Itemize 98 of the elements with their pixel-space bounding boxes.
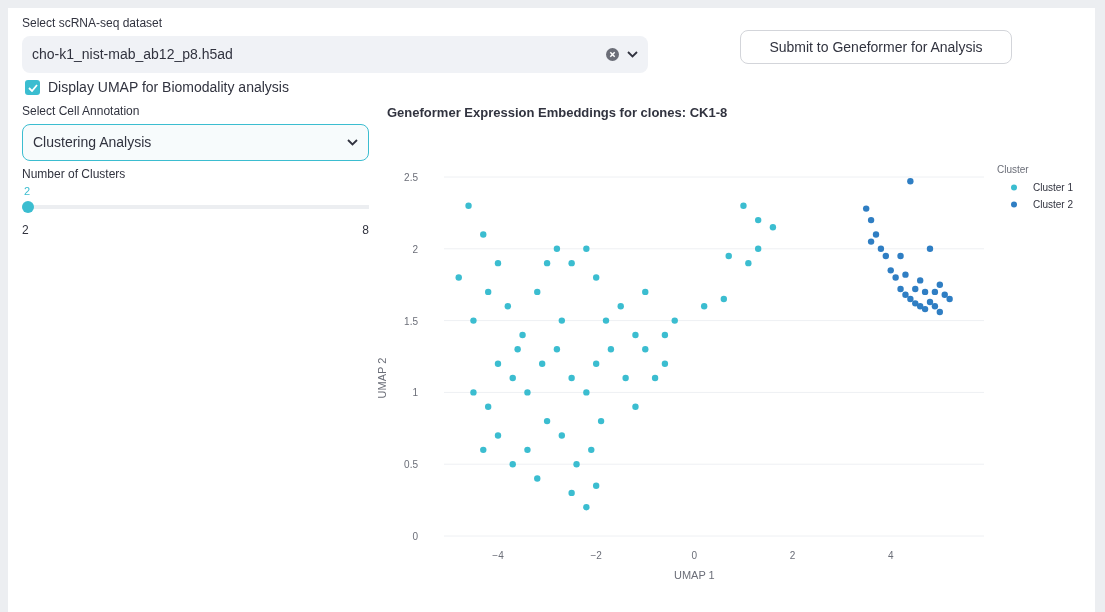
legend-label: Cluster 1 bbox=[1033, 181, 1073, 193]
data-point bbox=[534, 474, 541, 482]
data-point bbox=[485, 403, 492, 410]
chevron-down-icon bbox=[347, 139, 358, 146]
checkbox[interactable] bbox=[25, 80, 40, 95]
data-point bbox=[769, 223, 777, 230]
legend-label: Cluster 2 bbox=[1033, 198, 1073, 210]
y-tick-label: 1.5 bbox=[404, 315, 418, 327]
data-point bbox=[583, 245, 590, 252]
slider-value: 2 bbox=[24, 185, 31, 197]
data-point bbox=[725, 252, 732, 259]
y-tick-label: 1 bbox=[412, 386, 418, 398]
data-point bbox=[534, 288, 541, 295]
dataset-select[interactable]: cho-k1_nist-mab_ab12_p8.h5ad bbox=[22, 36, 648, 73]
clear-icon[interactable] bbox=[606, 48, 619, 61]
data-point bbox=[661, 360, 669, 367]
data-point bbox=[588, 446, 595, 453]
data-point bbox=[593, 482, 600, 489]
data-point bbox=[740, 202, 747, 209]
data-point bbox=[465, 202, 472, 209]
data-point bbox=[543, 417, 551, 424]
data-point bbox=[583, 503, 590, 510]
x-tick-label: 2 bbox=[789, 549, 796, 561]
data-point bbox=[642, 345, 649, 352]
data-point bbox=[902, 270, 909, 278]
chevron-down-icon bbox=[627, 51, 638, 58]
data-point bbox=[593, 273, 600, 281]
data-point bbox=[568, 374, 575, 381]
chart-title: Geneformer Expression Embeddings for clones: CK1-8 bbox=[387, 104, 729, 122]
slider-max: 8 bbox=[362, 222, 369, 239]
data-point bbox=[470, 316, 477, 324]
data-point bbox=[494, 259, 502, 266]
data-point bbox=[509, 460, 516, 467]
data-point bbox=[755, 245, 762, 252]
data-point bbox=[504, 302, 511, 309]
field-label: Number of Clusters bbox=[22, 166, 127, 183]
data-point bbox=[755, 216, 762, 223]
data-point bbox=[519, 331, 526, 338]
data-point bbox=[568, 489, 575, 496]
annotation-select[interactable]: Clustering Analysis bbox=[22, 124, 369, 161]
y-axis-title: UMAP 2 bbox=[376, 357, 388, 398]
data-point bbox=[539, 360, 546, 367]
data-point bbox=[480, 446, 487, 453]
data-point bbox=[480, 230, 487, 238]
data-point bbox=[720, 295, 727, 302]
x-tick-label: −4 bbox=[492, 549, 504, 561]
field-label: Select scRNA-seq dataset bbox=[22, 15, 164, 32]
data-point bbox=[558, 431, 565, 439]
data-point bbox=[597, 417, 605, 424]
data-point bbox=[632, 331, 639, 338]
data-point bbox=[651, 374, 659, 381]
data-point bbox=[524, 388, 531, 396]
data-point bbox=[455, 273, 462, 281]
data-point bbox=[897, 252, 904, 259]
data-point bbox=[622, 374, 629, 381]
data-point bbox=[558, 316, 565, 324]
slider-min: 2 bbox=[22, 222, 29, 239]
data-point bbox=[524, 446, 531, 453]
checkbox-label: Display UMAP for Biomodality analysis bbox=[48, 78, 289, 97]
data-point bbox=[632, 403, 639, 410]
y-tick-label: 2.5 bbox=[404, 171, 418, 183]
data-point bbox=[907, 177, 914, 184]
data-point bbox=[494, 360, 502, 367]
x-tick-label: 4 bbox=[887, 549, 894, 561]
data-point bbox=[602, 316, 610, 324]
x-tick-label: 0 bbox=[691, 549, 698, 561]
data-point bbox=[867, 216, 875, 223]
x-axis-title: UMAP 1 bbox=[674, 568, 715, 581]
legend-title: Cluster bbox=[997, 163, 1029, 175]
data-point bbox=[701, 302, 708, 309]
y-tick-label: 0.5 bbox=[404, 458, 418, 470]
data-point bbox=[573, 460, 580, 467]
data-point bbox=[485, 288, 492, 295]
data-point bbox=[671, 316, 678, 324]
data-point bbox=[607, 345, 615, 352]
data-point bbox=[926, 245, 934, 252]
data-point bbox=[593, 360, 600, 367]
y-tick-label: 2 bbox=[412, 243, 418, 255]
data-point bbox=[661, 331, 669, 338]
data-point bbox=[514, 345, 521, 352]
data-point bbox=[553, 245, 561, 252]
data-point bbox=[863, 204, 870, 212]
data-point bbox=[568, 259, 575, 266]
data-point bbox=[921, 288, 929, 295]
data-point bbox=[642, 288, 649, 295]
data-point bbox=[509, 374, 516, 381]
slider-handle[interactable] bbox=[22, 201, 34, 213]
y-tick-label: 0 bbox=[412, 530, 418, 542]
data-point bbox=[553, 345, 561, 352]
data-point bbox=[745, 259, 752, 266]
data-point bbox=[617, 302, 624, 309]
data-point bbox=[583, 388, 590, 396]
data-point bbox=[470, 388, 477, 396]
data-point bbox=[494, 431, 502, 439]
data-point bbox=[543, 259, 551, 266]
field-label: Select Cell Annotation bbox=[22, 103, 141, 120]
x-tick-label: −2 bbox=[590, 549, 602, 561]
submit-button[interactable]: Submit to Geneformer for Analysis bbox=[740, 30, 1012, 64]
